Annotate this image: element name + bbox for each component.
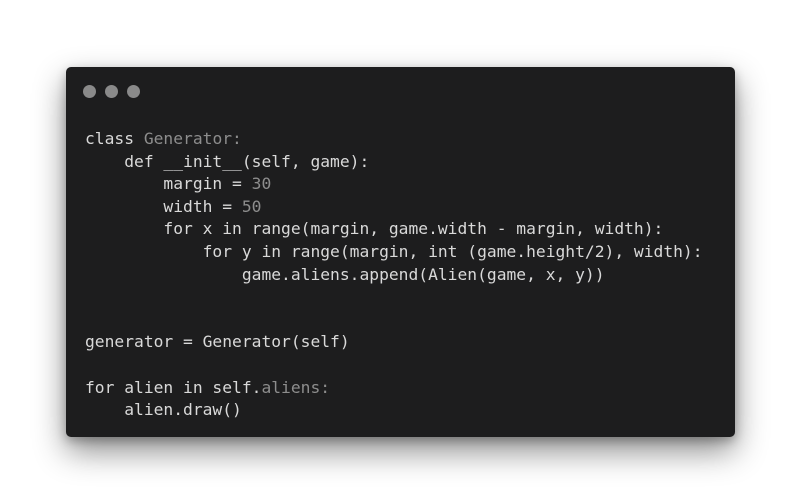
code-line-13: alien.draw() <box>85 400 242 420</box>
code-line-7: game.aliens.append(Alien(game, x, y)) <box>85 264 605 284</box>
code-line-4: width = 50 <box>85 196 703 219</box>
minimize-dot-icon[interactable] <box>105 85 118 98</box>
keyword-class: class <box>85 129 144 148</box>
code-line-6: for y in range(margin, int (game.height/… <box>85 241 703 261</box>
number-literal: 30 <box>251 174 272 194</box>
code-line-1: class Generator: <box>85 128 703 151</box>
code-window: class Generator: def __init__(self, game… <box>66 67 735 437</box>
number-literal: 50 <box>241 196 262 216</box>
maximize-dot-icon[interactable] <box>127 85 140 98</box>
close-dot-icon[interactable] <box>83 85 96 98</box>
code-line-10: generator = Generator(self) <box>85 332 350 352</box>
code-block: class Generator: def __init__(self, game… <box>85 128 703 422</box>
class-name: Generator: <box>143 129 242 148</box>
code-line-12: for alien in self.aliens: <box>85 377 703 400</box>
code-line-4-text: width = <box>85 196 242 216</box>
code-line-3-text: margin = <box>85 174 252 194</box>
attribute-name: aliens: <box>261 377 331 397</box>
page-background: class Generator: def __init__(self, game… <box>0 0 800 503</box>
code-line-5: for x in range(margin, game.width - marg… <box>85 219 664 239</box>
code-line-2: def __init__(self, game): <box>85 151 370 171</box>
code-line-3: margin = 30 <box>85 173 703 196</box>
code-line-12-text: for alien in self. <box>85 377 262 397</box>
window-controls <box>83 85 140 98</box>
